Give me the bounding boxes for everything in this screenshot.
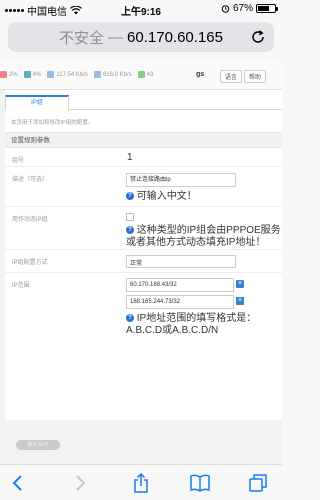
- help-button[interactable]: 帮助: [244, 70, 267, 83]
- row-group-id: 组号 1: [5, 148, 282, 167]
- section-title: 设置规则参数: [5, 132, 282, 148]
- router-topbar: 2% 4% 117.54 Kb/s 616.0 Kb/s 43 gs 语言 帮助: [0, 60, 282, 90]
- help-icon[interactable]: ?: [126, 314, 134, 323]
- metric-icon: [93, 71, 101, 78]
- tab-ipgroup[interactable]: IP组: [5, 95, 69, 111]
- safari-toolbar: [0, 464, 282, 500]
- ip-range-label: IP范围: [12, 283, 30, 289]
- router-logo: gs: [196, 71, 205, 78]
- config-mode-select[interactable]: 正常: [126, 255, 236, 268]
- security-label: 不安全: [59, 29, 105, 47]
- metric-value: 2%: [9, 71, 18, 78]
- metric-value: 117.54 Kb/s: [56, 71, 88, 78]
- metric-item: 616.0 Kb/s: [93, 71, 132, 78]
- web-content: 2% 4% 117.54 Kb/s 616.0 Kb/s 43 gs 语言 帮助 IP组…: [0, 60, 282, 464]
- status-bar: 中国电信 上午9:16 67%: [0, 0, 282, 18]
- delete-range-1-icon[interactable]: ×: [236, 280, 244, 288]
- address-bar[interactable]: 不安全 — 60.170.60.165: [8, 22, 274, 52]
- metric-icon: [23, 71, 31, 78]
- description-label: 描述（可选）: [12, 177, 49, 183]
- metric-icon: [0, 71, 7, 78]
- forward-icon[interactable]: [70, 473, 90, 493]
- metric-item: 2%: [0, 71, 18, 78]
- ip-range-input-2[interactable]: 188.165.244.73/32: [126, 295, 234, 309]
- group-id-label: 组号: [12, 158, 25, 164]
- ip-range-input-1[interactable]: 60.170.188.43/32: [126, 278, 234, 292]
- dynamic-hint-text: 这种类型的IP组会由PPPOE服务或者其他方式动态填充IP地址！: [126, 225, 281, 248]
- alarm-icon: [221, 5, 230, 13]
- dynamic-label: 用作动态IP组: [12, 217, 48, 223]
- dynamic-checkbox[interactable]: [126, 213, 134, 221]
- page-description: 本页用于添加和修改IP组的配置。: [11, 120, 94, 126]
- ip-range-hint: ? IP地址范围的填写格式是：A.B.C.D或A.B.C.D/N: [126, 313, 282, 337]
- language-button[interactable]: 语言: [220, 70, 243, 83]
- share-icon[interactable]: [131, 473, 151, 493]
- row-ip-range: IP范围 60.170.188.43/32 × 188.165.244.73/3…: [5, 273, 282, 347]
- metric-icon: [47, 71, 55, 78]
- metric-value: 616.0 Kb/s: [102, 71, 132, 78]
- group-id-value: 1: [127, 152, 133, 163]
- help-icon[interactable]: ?: [126, 226, 134, 235]
- ip-range-hint-text: IP地址范围的填写格式是：A.B.C.D或A.B.C.D/N: [126, 313, 257, 336]
- battery-icon: [256, 4, 278, 13]
- back-icon[interactable]: [8, 473, 28, 493]
- reload-icon[interactable]: [250, 29, 266, 45]
- description-input[interactable]: 禁止连接路由ip: [126, 173, 236, 187]
- row-config-mode: IP组配置方式 正常: [5, 250, 282, 273]
- metric-item: 43: [137, 71, 154, 78]
- row-description: 描述（可选） 禁止连接路由ip ? 可输入中文！: [5, 167, 282, 207]
- ipgroup-panel: IP组 本页用于添加和修改IP组的配置。 设置规则参数 组号 1 描述（可选） …: [5, 90, 282, 420]
- address-separator: —: [108, 28, 124, 46]
- metric-item: 4%: [23, 71, 42, 78]
- config-mode-label: IP组配置方式: [12, 260, 48, 266]
- tabs-icon[interactable]: [248, 473, 268, 493]
- metric-value: 43: [146, 71, 154, 78]
- tab-bar: IP组: [5, 90, 282, 111]
- metric-icon: [137, 71, 145, 78]
- bookmarks-icon[interactable]: [190, 473, 210, 493]
- metric-value: 4%: [32, 71, 42, 78]
- description-hint: ? 可输入中文！: [126, 191, 197, 203]
- save-button[interactable]: 确定/保存: [16, 440, 60, 450]
- delete-range-2-icon[interactable]: ×: [236, 297, 244, 305]
- help-icon[interactable]: ?: [126, 192, 134, 201]
- row-dynamic: 用作动态IP组 ? 这种类型的IP组会由PPPOE服务或者其他方式动态填充IP地…: [5, 207, 282, 250]
- metric-item: 117.54 Kb/s: [47, 71, 88, 78]
- battery-percent: 67%: [232, 3, 253, 14]
- dynamic-hint: ? 这种类型的IP组会由PPPOE服务或者其他方式动态填充IP地址！: [126, 225, 282, 249]
- description-hint-text: 可输入中文！: [136, 191, 197, 202]
- host-label: 60.170.60.165: [127, 28, 223, 46]
